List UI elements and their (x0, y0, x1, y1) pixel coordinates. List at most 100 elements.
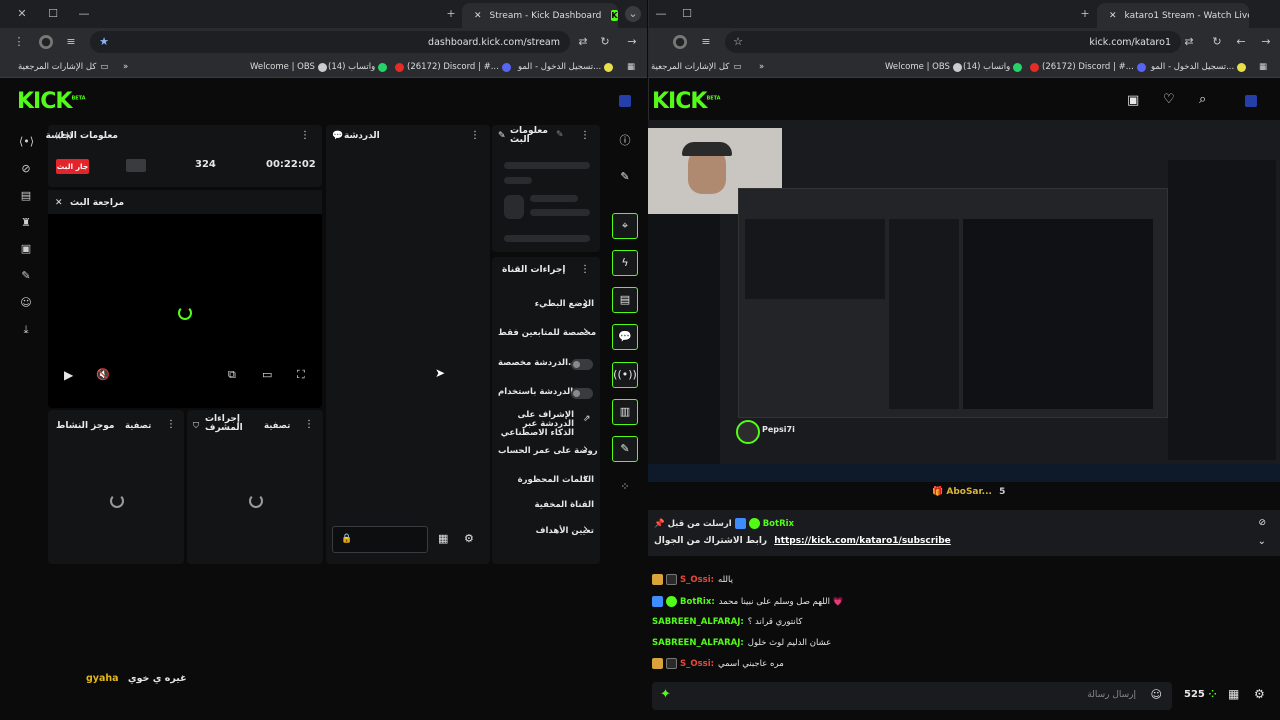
activity-filter-button[interactable]: تصفية (125, 421, 151, 431)
rail-clip-button[interactable]: ⌖ (612, 213, 638, 239)
chat-settings-icon[interactable]: ⚙ (464, 532, 474, 545)
fullscreen-icon[interactable]: ⛶ (297, 368, 305, 382)
analytics-icon[interactable]: ▤ (19, 189, 33, 203)
chat-input[interactable]: 🔒 (332, 526, 428, 553)
rail-lightning-button[interactable]: ϟ (612, 250, 638, 276)
address-bar[interactable]: dashboard.kick.com/stream (90, 31, 570, 53)
channel-actions-menu-icon[interactable]: ⋮ (580, 264, 590, 275)
download-icon[interactable]: ⤓ (19, 323, 33, 337)
more-apps-icon[interactable]: ⁘ (616, 478, 634, 496)
tab-kick-dashboard[interactable]: ✕ Stream - Kick Dashboard K (462, 3, 618, 28)
rail-layout-button[interactable]: ▥ (612, 399, 638, 425)
bookmark-discord[interactable]: (26172) Discord | #... (1027, 60, 1149, 74)
action-ai-moderation[interactable]: الإشراف على الدردشة عبر الذكاء الاصطناعي (498, 411, 574, 438)
chat-username[interactable]: SABREEN_ALFARAJ: (652, 617, 744, 627)
bookmarks-overflow-icon[interactable]: » (123, 60, 128, 74)
rail-chat-button[interactable]: 💬 (612, 324, 638, 350)
action-set-goals[interactable]: تعيين الأهداف (498, 526, 594, 536)
chat-store-icon[interactable]: ▦ (438, 532, 448, 545)
bookmark-whatsapp[interactable]: واتساب (14) (963, 60, 1025, 74)
menu-dots-icon[interactable]: ⋮ (12, 35, 26, 49)
bookmark-obs[interactable]: Welcome | OBS (885, 60, 965, 74)
session-menu-icon[interactable]: ⋮ (300, 130, 310, 141)
bookmarks-overflow-icon[interactable]: » (759, 60, 764, 74)
action-followers-only[interactable]: مخصصة للمتابعين فقط (498, 328, 596, 338)
edit-icon[interactable]: ✎ (616, 168, 634, 186)
channel-avatar[interactable] (736, 420, 760, 444)
close-window-icon[interactable]: ✕ (14, 6, 30, 22)
stream-info-menu-icon[interactable]: ⋮ (580, 130, 590, 141)
maximize-icon[interactable]: ☐ (45, 6, 61, 22)
mod-menu-icon[interactable]: ⋮ (304, 419, 314, 430)
new-tab-icon[interactable]: + (443, 6, 459, 22)
chat-username[interactable]: SABREEN_ALFARAJ: (652, 638, 744, 648)
emoji-icon[interactable]: ☺ (1151, 688, 1162, 701)
chat-username[interactable]: S_Ossi: (680, 575, 714, 585)
bookmark-star-icon[interactable]: ★ (97, 35, 111, 49)
action-slow-mode[interactable]: الوضع البطيء (498, 299, 594, 309)
mute-icon[interactable]: 🔇 (96, 368, 110, 381)
bookmark-obs[interactable]: Welcome | OBS (250, 60, 330, 74)
new-tab-icon[interactable]: + (1077, 6, 1093, 22)
maximize-icon[interactable]: ☐ (679, 6, 695, 22)
rail-tools-button[interactable]: ✎ (612, 436, 638, 462)
browse-icon[interactable]: ▣ (1127, 93, 1139, 108)
back-arrow-icon[interactable]: → (625, 35, 639, 49)
stream-video-player[interactable]: Pepsi7i (648, 120, 1280, 482)
bookmark-login[interactable]: تسجيل الدخول - المو... (1151, 60, 1249, 74)
bookmark-all[interactable]: كل الإشارات المرجعية ▭ (18, 60, 108, 74)
picture-in-picture-icon[interactable]: ⧉ (228, 368, 236, 382)
reading-list-icon[interactable]: ≡ (699, 35, 713, 49)
chat-settings-icon[interactable]: ⚙ (1254, 687, 1265, 701)
sparkle-icon[interactable]: ✦ (660, 687, 671, 702)
action-account-age[interactable]: روضة على عمر الحساب (498, 446, 598, 456)
users-icon[interactable]: ☺ (19, 296, 33, 310)
follow-heart-icon[interactable]: ♡ (1163, 92, 1175, 107)
bookmark-star-icon[interactable]: ☆ (731, 35, 745, 49)
bookmark-whatsapp[interactable]: واتساب (14) (328, 60, 390, 74)
rail-document-button[interactable]: ▤ (612, 287, 638, 313)
page-info-icon[interactable]: ⇄ (576, 35, 590, 49)
info-icon[interactable]: ⓘ (616, 132, 634, 150)
reading-list-icon[interactable]: ≡ (64, 35, 78, 49)
profile-avatar[interactable]: ● (673, 35, 687, 49)
wrench-icon[interactable]: ✎ (19, 269, 33, 283)
address-bar[interactable]: kick.com/kataro1 (725, 31, 1181, 53)
apps-grid-icon[interactable]: ▦ (627, 60, 635, 74)
link-icon[interactable]: ⊘ (19, 162, 33, 176)
back-arrow-icon[interactable]: ← (1234, 35, 1248, 49)
kick-logo[interactable]: KICKBETA (652, 89, 721, 114)
bookmark-all[interactable]: كل الإشارات المرجعية ▭ (651, 60, 741, 74)
reload-icon[interactable]: ↻ (1210, 35, 1224, 49)
page-info-icon[interactable]: ⇄ (1182, 35, 1196, 49)
chat-username[interactable]: BotRix: (680, 597, 715, 607)
tab-close-icon[interactable]: ✕ (1109, 11, 1117, 21)
minimize-icon[interactable]: — (653, 6, 669, 22)
play-icon[interactable]: ▶ (64, 368, 73, 382)
unpin-icon[interactable]: ⊘ (1258, 518, 1266, 528)
action-banned-words[interactable]: الكلمات المحظورة (498, 475, 594, 485)
chat-store-icon[interactable]: ▦ (1228, 687, 1239, 701)
expand-chevron-icon[interactable]: ⌄ (1258, 536, 1266, 547)
kick-logo[interactable]: KICKBETA (17, 89, 86, 114)
emote-only-toggle[interactable] (571, 388, 593, 399)
stream-live-icon[interactable]: ⟨•⟩ (19, 135, 34, 149)
chat-menu-icon[interactable]: ⋮ (470, 130, 480, 141)
user-avatar[interactable] (619, 95, 631, 107)
user-avatar[interactable] (1245, 95, 1257, 107)
rail-broadcast-button[interactable]: ((•)) (612, 362, 638, 388)
tab-close-icon[interactable]: ✕ (474, 11, 482, 21)
forward-arrow-icon[interactable]: → (1259, 35, 1273, 49)
profile-avatar[interactable]: ● (39, 35, 53, 49)
minimize-icon[interactable]: — (76, 6, 92, 22)
chat-username[interactable]: S_Ossi: (680, 659, 714, 669)
trophy-icon[interactable]: ♜ (19, 216, 33, 230)
activity-menu-icon[interactable]: ⋮ (166, 419, 176, 430)
apps-grid-icon[interactable]: ▦ (1259, 60, 1267, 74)
bookmark-discord[interactable]: (26172) Discord | #... (392, 60, 514, 74)
chat-input[interactable]: ✦ إرسال رسالة ☺ (652, 682, 1172, 710)
bookmark-login[interactable]: تسجيل الدخول - المو... (518, 60, 616, 74)
edit-pencil-icon[interactable]: ✎ (556, 130, 564, 140)
theater-mode-icon[interactable]: ▭ (262, 368, 272, 381)
sub-only-toggle[interactable] (571, 359, 593, 370)
